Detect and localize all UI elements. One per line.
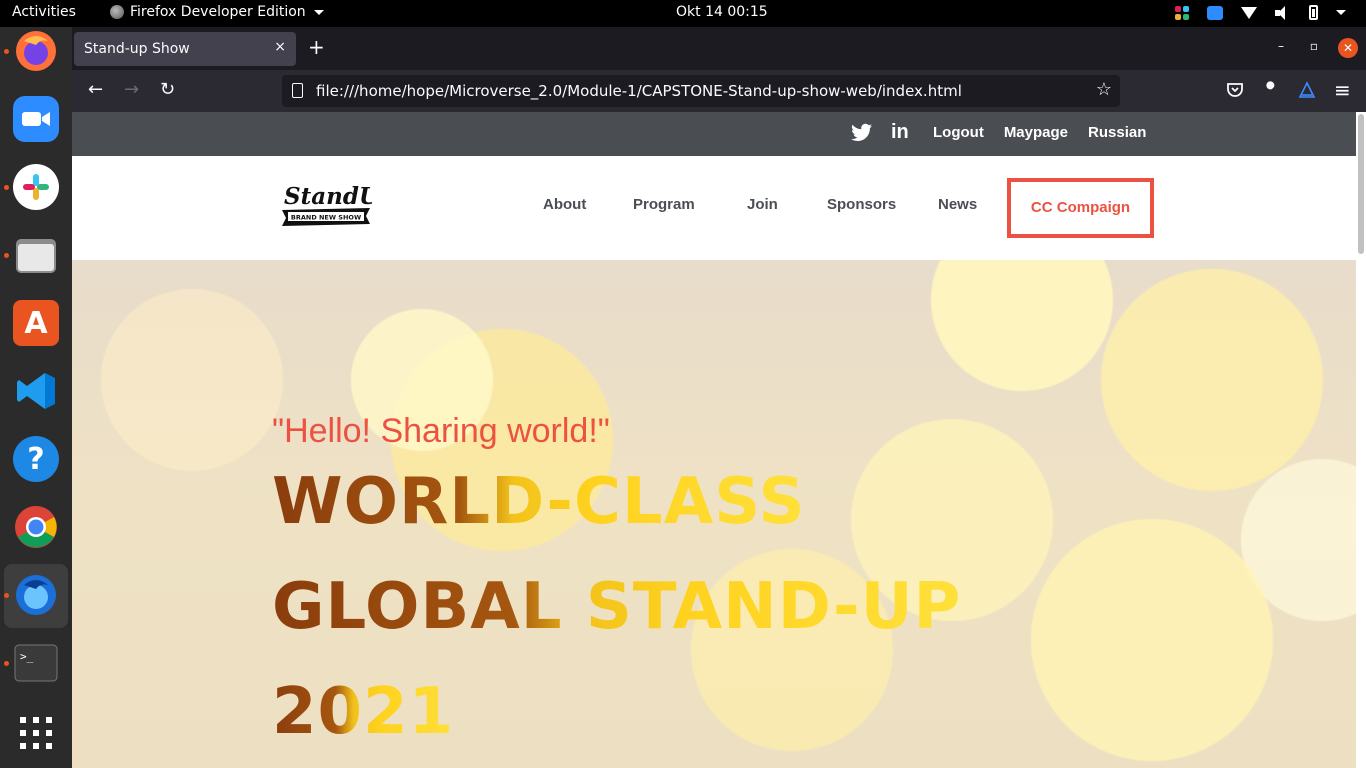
browser-tab-bar: Stand-up Show × + – ▫ ✕ [72, 27, 1366, 70]
firefox-icon [16, 31, 56, 71]
volume-icon[interactable] [1275, 5, 1291, 20]
activities-button[interactable]: Activities [12, 4, 76, 20]
dock-firefox-developer[interactable] [13, 572, 59, 618]
page-icon [292, 83, 303, 98]
back-button[interactable]: ← [88, 81, 103, 99]
dock-files[interactable] [13, 232, 59, 278]
software-store-icon: A [24, 305, 48, 341]
forward-button[interactable]: → [124, 81, 139, 99]
chrome-icon [15, 506, 57, 548]
logo-line2: BRAND NEW SHOW [291, 214, 361, 222]
reload-button[interactable]: ↻ [160, 81, 175, 99]
site-header: StandUp BRAND NEW SHOW About Program Joi… [72, 156, 1356, 260]
dock-zoom[interactable] [13, 96, 59, 142]
firefox-icon [110, 5, 124, 19]
dock: A ? >_ [0, 27, 72, 768]
running-indicator [4, 593, 9, 598]
folder-icon [16, 239, 56, 273]
wifi-icon[interactable] [1241, 6, 1257, 19]
chevron-down-icon [313, 9, 324, 15]
hero-headline-line1: WORLD-CLASS [272, 465, 806, 539]
tab-title: Stand-up Show [84, 41, 190, 57]
tab-stand-up-show[interactable]: Stand-up Show × [74, 32, 296, 66]
hero-tagline: "Hello! Sharing world!" [272, 412, 610, 450]
running-indicator [4, 661, 9, 666]
zoom-tray-icon[interactable] [1207, 5, 1223, 20]
slack-icon [23, 174, 49, 200]
logo-line1: StandUp [284, 183, 372, 210]
hero-headline-line2: GLOBAL STAND-UP [272, 570, 962, 644]
running-indicator [4, 49, 9, 54]
nav-join[interactable]: Join [747, 196, 778, 213]
hero-headline-line3: 2021 [272, 675, 455, 749]
page-content: in Logout Maypage Russian StandUp BRAND … [72, 112, 1366, 768]
system-menu-chevron-icon[interactable] [1336, 10, 1346, 15]
battery-icon[interactable] [1309, 5, 1318, 20]
pocket-icon[interactable] [1226, 81, 1244, 99]
zoom-icon [22, 112, 50, 126]
url-text[interactable]: file:///home/hope/Microverse_2.0/Module-… [316, 82, 962, 100]
page-scrollbar[interactable] [1358, 114, 1364, 254]
nav-program[interactable]: Program [633, 196, 695, 213]
show-applications-button[interactable] [13, 710, 59, 756]
maypage-link[interactable]: Maypage [1004, 124, 1068, 141]
dock-terminal[interactable]: >_ [13, 640, 59, 686]
firefox-developer-icon [16, 575, 56, 615]
system-tray[interactable] [1175, 5, 1346, 20]
twitter-icon[interactable] [851, 123, 873, 143]
nav-about[interactable]: About [543, 196, 586, 213]
site-top-bar: in Logout Maypage Russian [72, 112, 1356, 156]
minimize-button[interactable]: – [1278, 39, 1284, 53]
tab-close-icon[interactable]: × [274, 39, 286, 55]
dock-slack[interactable] [13, 164, 59, 210]
svg-text:>_: >_ [20, 650, 34, 663]
top-links: Logout Maypage Russian [933, 124, 1146, 141]
address-bar[interactable]: file:///home/hope/Microverse_2.0/Module-… [282, 75, 1120, 107]
cc-compaign-button[interactable]: CC Compaign [1007, 178, 1154, 238]
dock-chrome[interactable] [13, 504, 59, 550]
clock[interactable]: Okt 14 00:15 [676, 4, 768, 20]
browser-toolbar: ← → ↻ file:///home/hope/Microverse_2.0/M… [72, 70, 1366, 112]
dock-software[interactable]: A [13, 300, 59, 346]
terminal-icon: >_ [14, 644, 58, 682]
window-close-button[interactable]: ✕ [1338, 38, 1358, 58]
nav-sponsors[interactable]: Sponsors [827, 196, 896, 213]
bookmark-star-icon[interactable]: ☆ [1096, 79, 1112, 100]
app-menu-label: Firefox Developer Edition [130, 4, 306, 20]
new-tab-button[interactable]: + [308, 37, 325, 57]
maximize-button[interactable]: ▫ [1310, 39, 1318, 53]
app-grid-icon [20, 717, 52, 749]
vscode-icon [17, 373, 55, 409]
nav-news[interactable]: News [938, 196, 977, 213]
dock-vscode[interactable] [13, 368, 59, 414]
russian-link[interactable]: Russian [1088, 124, 1146, 141]
app-menu[interactable]: Firefox Developer Edition [110, 4, 324, 20]
standup-logo[interactable]: StandUp BRAND NEW SHOW [280, 178, 372, 230]
logout-link[interactable]: Logout [933, 124, 984, 141]
running-indicator [4, 185, 9, 190]
running-indicator [4, 253, 9, 258]
system-top-bar: Activities Firefox Developer Edition Okt… [0, 0, 1366, 27]
dock-help[interactable]: ? [13, 436, 59, 482]
hero-section: "Hello! Sharing world!" WORLD-CLASS GLOB… [72, 260, 1356, 768]
slack-tray-icon[interactable] [1175, 5, 1189, 20]
linkedin-icon[interactable]: in [891, 121, 909, 144]
menu-icon[interactable]: ≡ [1334, 80, 1351, 100]
extension-icon[interactable] [1298, 81, 1316, 99]
dock-firefox[interactable] [13, 28, 59, 74]
help-icon: ? [27, 441, 45, 477]
wrench-icon[interactable] [1262, 81, 1280, 99]
